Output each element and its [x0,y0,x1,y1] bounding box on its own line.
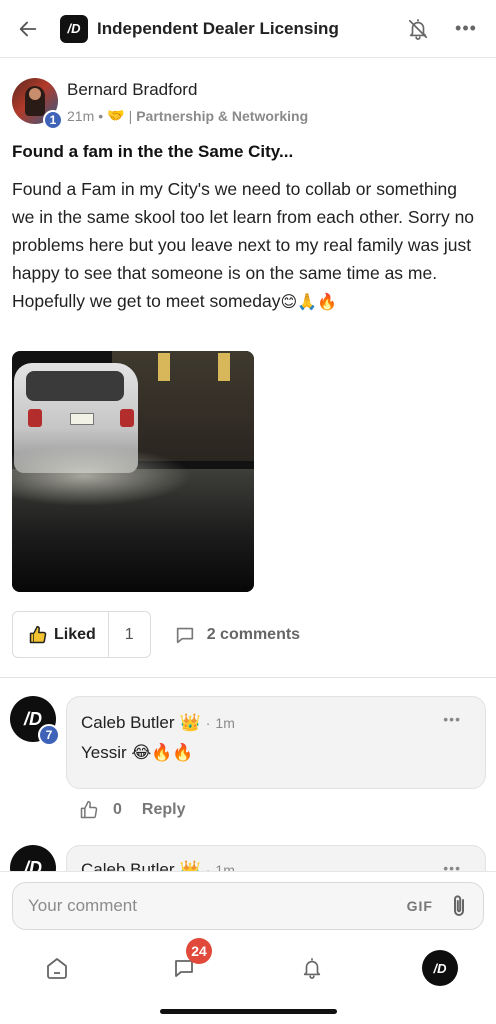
post-header: 1 Bernard Bradford 21m • 🤝 | Partnership… [12,76,484,130]
comment: /D 7 Caleb Butler 👑 · 1m ••• Yessir 😂🔥🔥 … [0,696,496,836]
comment-composer[interactable]: Your comment GIF [12,882,484,930]
more-options-button[interactable]: ••• [454,18,478,39]
comment-icon [176,627,193,643]
bottom-tab-bar: 24 /D [0,938,496,996]
post-body-text: Found a Fam in my City's we need to coll… [12,179,475,311]
comment-header: Caleb Butler 👑 · 1m [81,713,235,733]
home-indicator [160,1009,337,1014]
thumbs-up-icon[interactable] [79,800,99,820]
reply-button[interactable]: Reply [142,801,186,819]
comment-text: Yessir 😂🔥🔥 [81,743,194,762]
post-photo[interactable] [12,351,254,592]
post-meta: 21m • 🤝 | Partnership & Networking [67,107,308,124]
attach-button[interactable] [451,893,467,919]
notification-toggle-button[interactable] [404,17,432,41]
commenter-avatar[interactable]: /D [10,845,56,871]
post-actions: Liked 1 2 comments [12,611,300,658]
comment-input[interactable]: Your comment [13,896,407,916]
comment-actions: 0 Reply [79,800,185,820]
commenter-level-badge: 7 [38,724,60,746]
comments-label: 2 comments [206,625,301,643]
profile-avatar: /D [422,950,458,986]
section-divider [0,677,496,678]
comment-author[interactable]: Caleb Butler [81,713,175,733]
author-name[interactable]: Bernard Bradford [67,80,197,100]
like-count[interactable]: 1 [107,612,150,657]
handshake-emoji: 🤝 [107,107,125,123]
paperclip-icon [454,895,464,916]
level-badge: 1 [43,110,63,130]
chat-badge: 24 [186,938,212,964]
comment: /D Caleb Butler 👑 · 1m ••• [0,845,496,871]
comment-time: 1m [215,862,235,871]
comment-bubble: Caleb Butler 👑 · 1m ••• [66,845,486,871]
comment-time: 1m [215,715,235,731]
group-title[interactable]: Independent Dealer Licensing [97,19,404,39]
arrow-left-icon [19,21,37,36]
home-icon [47,958,67,979]
comment-like-count: 0 [113,801,122,818]
like-label: Liked [54,625,96,643]
crown-emoji: 👑 [179,860,201,871]
crown-emoji: 👑 [179,713,201,732]
back-button[interactable] [0,0,56,58]
comment-more-button[interactable]: ••• [443,711,461,727]
group-logo[interactable]: /D [60,14,88,43]
like-button[interactable]: Liked [13,612,108,657]
gif-button[interactable]: GIF [407,898,433,914]
bell-icon [303,958,321,979]
comment-bubble: Caleb Butler 👑 · 1m ••• Yessir 😂🔥🔥 [66,696,486,789]
like-control: Liked 1 [12,611,151,658]
post-body-emojis: 😊🙏🔥 [280,294,338,311]
thumbs-up-icon [29,625,47,643]
comment-author[interactable]: Caleb Butler [81,860,175,871]
post-body: Found a Fam in my City's we need to coll… [12,175,484,317]
comment-more-button[interactable]: ••• [443,860,461,871]
meta-separator: | [128,107,133,124]
tab-notifications[interactable] [290,940,334,996]
post-category[interactable]: Partnership & Networking [136,108,308,124]
tab-home[interactable] [35,940,79,996]
bell-off-icon [408,18,428,40]
tab-profile[interactable]: /D [418,940,462,996]
comment-header: Caleb Butler 👑 · 1m [81,860,235,871]
top-bar: /D Independent Dealer Licensing ••• [0,0,496,58]
comments-button[interactable]: 2 comments [173,624,300,646]
meta-dot: • [98,107,104,124]
tab-chat[interactable]: 24 [162,938,212,996]
composer-divider [0,871,496,872]
comment-dot: · [205,862,211,871]
post-time: 21m [67,107,95,124]
comment-dot: · [205,715,211,731]
post-title: Found a fam in the the Same City... [12,142,294,161]
